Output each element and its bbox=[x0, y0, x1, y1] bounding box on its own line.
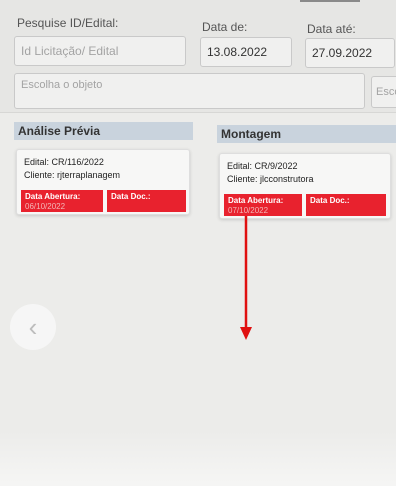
opening-date-tag: Data Abertura: 06/10/2022 bbox=[21, 190, 103, 212]
column-header-montagem: Montagem bbox=[217, 125, 396, 143]
date-from-field[interactable]: 13.08.2022 bbox=[200, 37, 292, 67]
opening-date-label: Data Abertura: bbox=[228, 196, 284, 205]
opening-date-label: Data Abertura: bbox=[25, 192, 81, 201]
kanban-card[interactable]: Edital: CR/9/2022 Cliente: jlcconstrutor… bbox=[219, 153, 391, 219]
secondary-select[interactable]: Esco bbox=[371, 76, 396, 108]
chevron-left-icon: ‹ bbox=[28, 311, 38, 342]
search-input[interactable]: Id Licitação/ Edital bbox=[14, 36, 186, 66]
arrow-head bbox=[240, 327, 252, 340]
card-cliente: Cliente: rjterraplanagem bbox=[24, 170, 121, 180]
header-underline bbox=[300, 0, 360, 2]
search-label: Pesquise ID/Edital: bbox=[17, 16, 119, 30]
card-edital: Edital: CR/9/2022 bbox=[227, 161, 298, 171]
screen-glare bbox=[0, 430, 396, 486]
card-cliente: Cliente: jlcconstrutora bbox=[227, 174, 314, 184]
opening-date-value: 06/10/2022 bbox=[25, 202, 66, 211]
card-edital: Edital: CR/116/2022 bbox=[24, 157, 104, 167]
back-button[interactable]: ‹ bbox=[10, 304, 56, 350]
kanban-card[interactable]: Edital: CR/116/2022 Cliente: rjterraplan… bbox=[16, 149, 190, 215]
filter-panel: Pesquise ID/Edital: Id Licitação/ Edital… bbox=[0, 0, 396, 113]
doc-date-tag: Data Doc.: bbox=[107, 190, 186, 212]
date-to-label: Data até: bbox=[307, 22, 356, 36]
annotation-arrow bbox=[240, 216, 252, 340]
date-to-field[interactable]: 27.09.2022 bbox=[305, 38, 395, 68]
object-select[interactable]: Escolha o objeto bbox=[14, 73, 365, 109]
doc-date-label: Data Doc.: bbox=[111, 192, 151, 201]
opening-date-tag: Data Abertura: 07/10/2022 bbox=[224, 194, 302, 216]
column-header-analise-previa: Análise Prévia bbox=[14, 122, 193, 140]
date-from-label: Data de: bbox=[202, 20, 248, 34]
doc-date-label: Data Doc.: bbox=[310, 196, 350, 205]
doc-date-tag: Data Doc.: bbox=[306, 194, 386, 216]
